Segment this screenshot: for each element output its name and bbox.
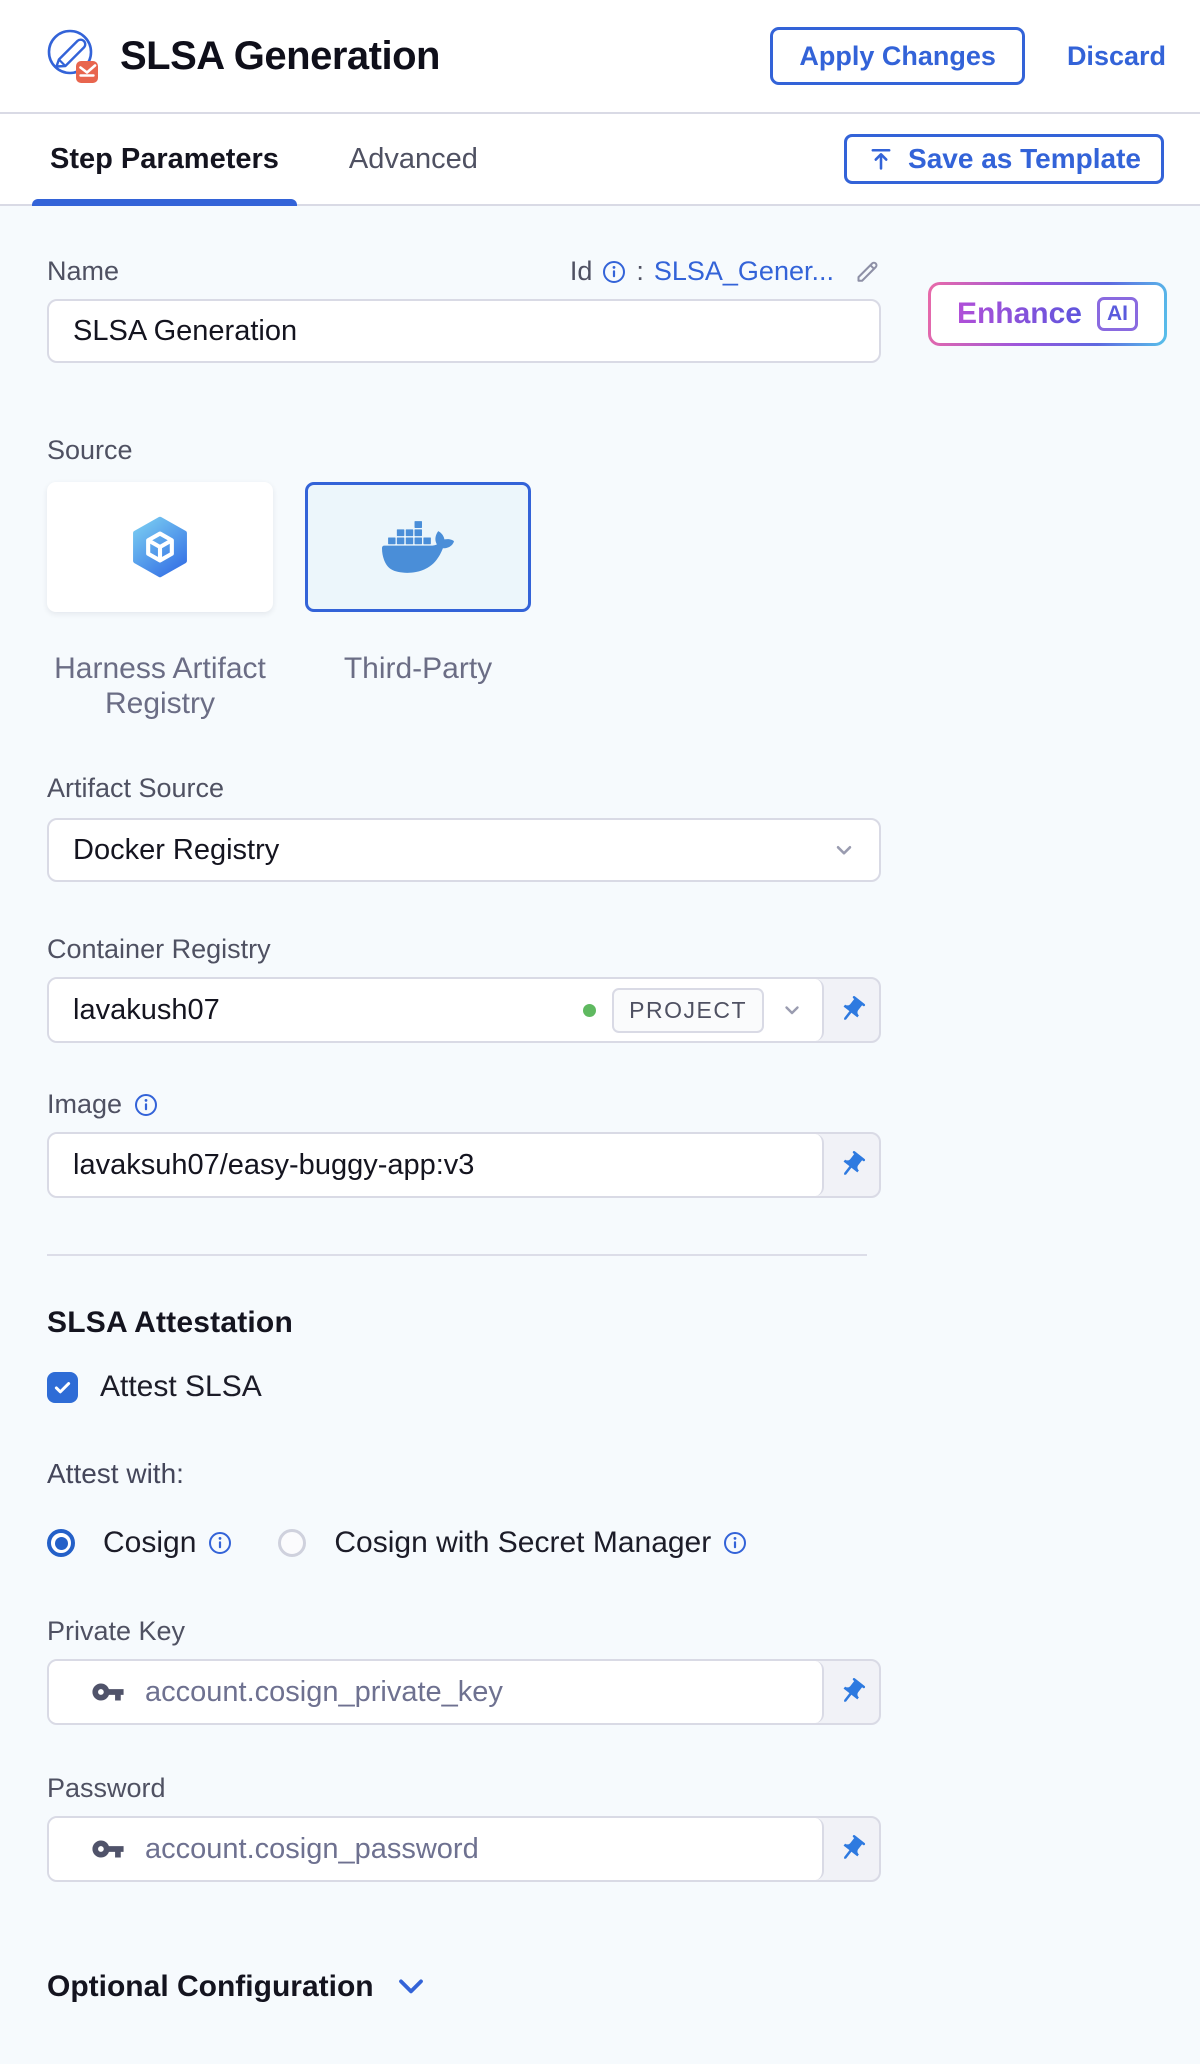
container-registry-label: Container Registry: [47, 934, 881, 965]
cosign-info-icon[interactable]: [208, 1531, 232, 1555]
optional-configuration-label: Optional Configuration: [47, 1970, 374, 2004]
private-key-value: account.cosign_private_key: [145, 1676, 804, 1709]
pin-icon: [830, 1671, 872, 1713]
attest-with-label: Attest with:: [47, 1458, 881, 1490]
name-input-value: SLSA Generation: [73, 315, 297, 348]
page-title: SLSA Generation: [120, 34, 440, 79]
source-option-label-har: Harness Artifact Registry: [47, 652, 273, 721]
slsa-step-icon: [42, 25, 102, 87]
chevron-down-icon[interactable]: [780, 998, 804, 1022]
artifact-source-label: Artifact Source: [47, 773, 881, 804]
enhance-ai-button[interactable]: Enhance AI: [928, 282, 1167, 346]
image-info-icon[interactable]: [134, 1093, 158, 1117]
container-registry-value: lavakush07: [73, 994, 567, 1027]
secret-manager-info-icon[interactable]: [723, 1531, 747, 1555]
docker-icon: [382, 519, 454, 575]
save-as-template-label: Save as Template: [908, 143, 1141, 175]
source-tile-harness-artifact-registry[interactable]: [47, 482, 273, 612]
har-cube-icon: [127, 514, 193, 580]
name-input[interactable]: SLSA Generation: [47, 299, 881, 363]
tab-step-parameters[interactable]: Step Parameters: [50, 114, 279, 204]
upload-template-icon: [867, 145, 895, 173]
pin-icon: [830, 989, 872, 1031]
image-input[interactable]: lavaksuh07/easy-buggy-app:v3: [49, 1134, 824, 1196]
container-registry-pin-button[interactable]: [824, 979, 879, 1041]
attest-slsa-label: Attest SLSA: [100, 1370, 262, 1404]
optional-configuration-toggle[interactable]: Optional Configuration: [47, 1970, 881, 2004]
section-divider: [47, 1254, 867, 1256]
container-registry-field: lavakush07 PROJECT: [47, 977, 881, 1043]
chevron-down-icon: [831, 837, 857, 863]
password-label: Password: [47, 1773, 881, 1804]
id-value[interactable]: SLSA_Gener...: [654, 256, 834, 287]
connector-status-dot: [583, 1004, 596, 1017]
container-registry-input[interactable]: lavakush07 PROJECT: [49, 979, 824, 1041]
source-tile-third-party[interactable]: [305, 482, 531, 612]
slsa-attestation-heading: SLSA Attestation: [47, 1306, 881, 1340]
id-colon: :: [636, 256, 644, 287]
image-label: Image: [47, 1089, 122, 1120]
cosign-with-secret-manager-radio[interactable]: [278, 1529, 306, 1557]
source-label: Source: [47, 435, 881, 466]
private-key-pin-button[interactable]: [824, 1661, 879, 1723]
chevron-down-icon: [396, 1976, 426, 1998]
password-value: account.cosign_password: [145, 1833, 804, 1866]
password-pin-button[interactable]: [824, 1818, 879, 1880]
attest-slsa-checkbox[interactable]: [47, 1372, 78, 1403]
image-value: lavaksuh07/easy-buggy-app:v3: [73, 1149, 804, 1182]
cosign-radio[interactable]: [47, 1529, 75, 1557]
edit-id-icon[interactable]: [854, 258, 881, 285]
private-key-field: account.cosign_private_key: [47, 1659, 881, 1725]
check-icon: [52, 1377, 73, 1398]
cosign-radio-label: Cosign: [103, 1526, 196, 1560]
tab-bar: Step Parameters Advanced Save as Templat…: [0, 114, 1200, 206]
id-info-icon[interactable]: [602, 260, 626, 284]
key-icon: [91, 1832, 125, 1866]
ai-badge: AI: [1097, 297, 1138, 330]
private-key-input[interactable]: account.cosign_private_key: [49, 1661, 824, 1723]
tab-advanced[interactable]: Advanced: [349, 114, 478, 204]
image-field: lavaksuh07/easy-buggy-app:v3: [47, 1132, 881, 1198]
step-parameters-panel: Enhance AI Name Id : SLSA_Gener...: [0, 256, 1200, 2064]
pin-icon: [830, 1144, 872, 1186]
save-as-template-button[interactable]: Save as Template: [844, 134, 1164, 184]
pin-icon: [830, 1828, 872, 1870]
artifact-source-value: Docker Registry: [73, 834, 831, 867]
panel-header: SLSA Generation Apply Changes Discard: [0, 0, 1200, 114]
password-input[interactable]: account.cosign_password: [49, 1818, 824, 1880]
source-option-label-third-party: Third-Party: [305, 652, 531, 721]
password-field: account.cosign_password: [47, 1816, 881, 1882]
key-icon: [91, 1675, 125, 1709]
enhance-label: Enhance: [957, 297, 1082, 331]
id-label: Id: [570, 256, 593, 287]
discard-button[interactable]: Discard: [1067, 41, 1166, 72]
cosign-with-secret-manager-label: Cosign with Secret Manager: [334, 1526, 711, 1560]
name-label: Name: [47, 256, 119, 287]
artifact-source-select[interactable]: Docker Registry: [47, 818, 881, 882]
apply-changes-button[interactable]: Apply Changes: [770, 27, 1025, 85]
private-key-label: Private Key: [47, 1616, 881, 1647]
image-pin-button[interactable]: [824, 1134, 879, 1196]
scope-badge: PROJECT: [612, 988, 764, 1033]
